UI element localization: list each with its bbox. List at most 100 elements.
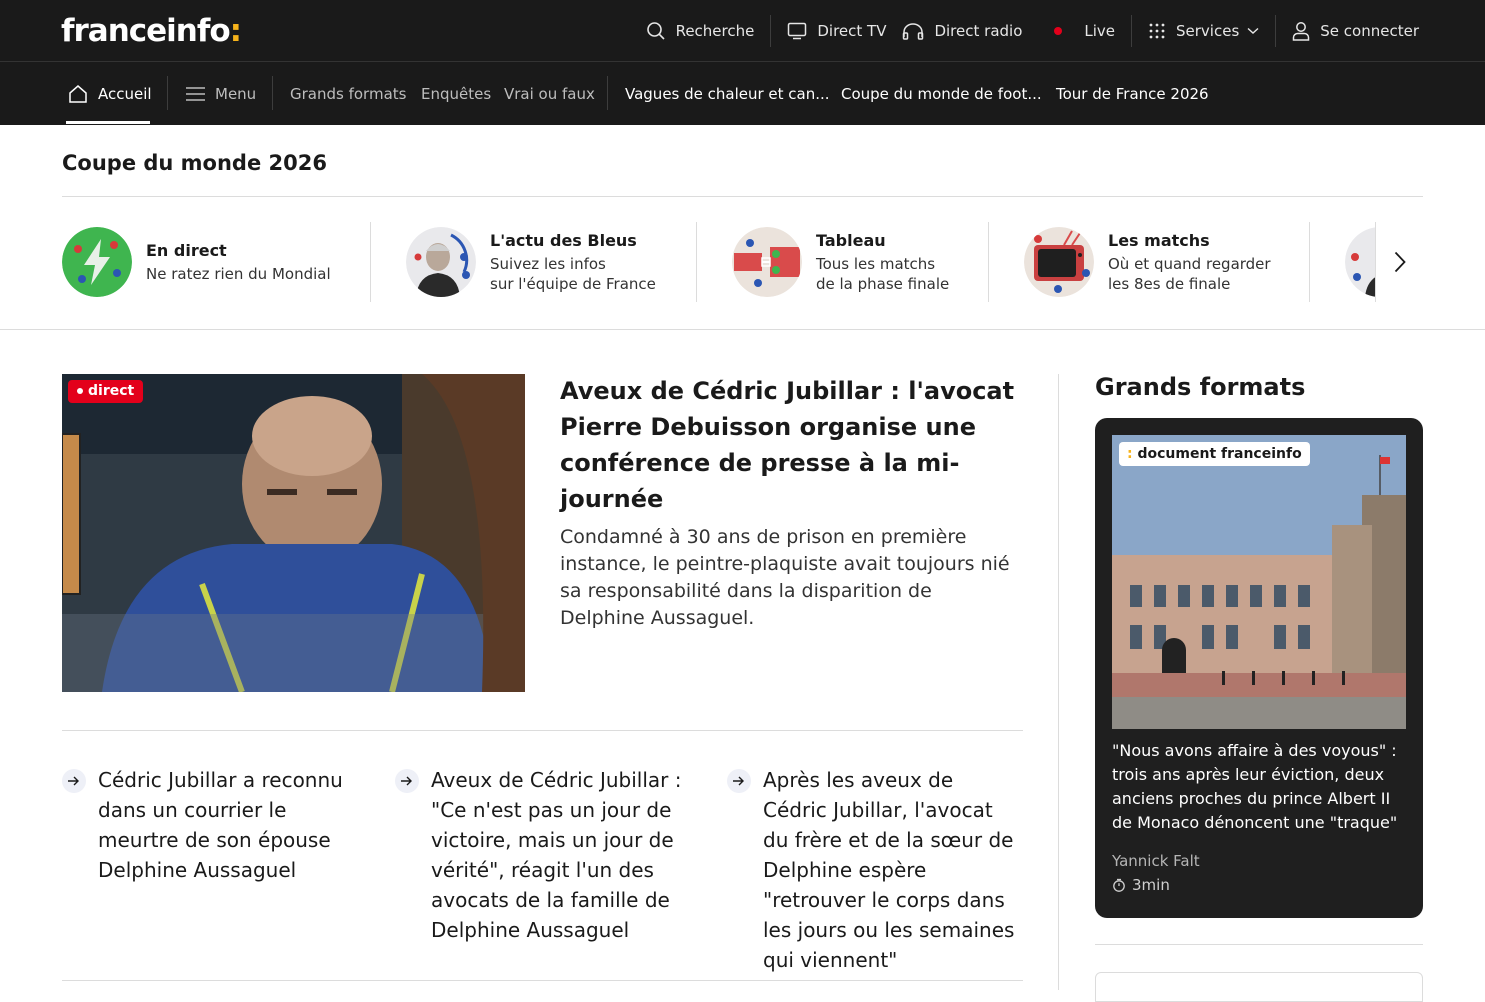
next-card-edge[interactable] [1095,972,1423,1002]
direct-badge-label: direct [88,383,135,399]
divider [696,222,697,302]
section-title: Coupe du monde 2026 [62,151,327,175]
top-nav: Recherche Direct TV Direct radio Live Se… [630,0,1419,62]
direct-radio-link[interactable]: Direct radio [902,15,1038,47]
cdm-card-text: L'actu des Bleus Suivez les infos sur l'… [490,231,656,294]
cdm-card-title: En direct [146,240,227,260]
services-dropdown[interactable]: Services [1132,15,1275,47]
direct-tv-label: Direct TV [817,22,887,40]
divider [370,222,371,302]
nav-topic-label: Tour de France 2026 [1056,84,1209,103]
cdm-card-sub: sur l'équipe de France [490,274,656,293]
live-label: Live [1084,22,1116,40]
divider [272,76,273,110]
nav-menu-label: Menu [215,84,257,103]
cdm-card-title: L'actu des Bleus [490,230,637,250]
nav-topic-chaleur[interactable]: Vagues de chaleur et can... [625,62,830,125]
nav-topic-label: Vagues de chaleur et can... [625,84,830,103]
related-article-2[interactable]: Aveux de Cédric Jubillar : "Ce n'est pas… [395,765,691,945]
cdm-card-sub: Où et quand regarder [1108,254,1271,273]
grands-formats-headline: "Nous avons affaire à des voyous" : troi… [1112,741,1398,832]
related-article-title: Cédric Jubillar a reconnu dans un courri… [98,768,343,882]
cdm-card-sub: les 8es de finale [1108,274,1231,293]
nav-home-label: Accueil [98,84,152,103]
direct-tv-link[interactable]: Direct TV [771,15,902,47]
divider [62,196,1423,197]
hero-summary: Condamné à 30 ans de prison en première … [560,526,1010,629]
top-bar: franceinfo: Recherche Direct TV Direct r… [0,0,1485,62]
column-divider [1058,374,1059,990]
search-button[interactable]: Recherche [630,15,771,47]
cdm-card-tableau[interactable]: Tableau Tous les matchs de la phase fina… [732,222,949,302]
cdm-card-text: Les matchs Où et quand regarder les 8es … [1108,231,1271,294]
carousel-next-button[interactable] [1376,222,1423,302]
hero-headline[interactable]: Aveux de Cédric Jubillar : l'avocat Pier… [560,373,1020,517]
timer-icon [1113,878,1125,892]
search-icon [646,22,665,40]
nav-vrai-ou-faux[interactable]: Vrai ou faux [504,62,595,125]
divider [988,222,989,302]
arrow-right-icon [395,769,419,793]
nav-topic-label: Coupe du monde de foot... [841,84,1042,103]
headphones-icon [903,23,924,40]
login-label: Se connecter [1320,22,1419,40]
chevron-right-icon [1394,251,1406,273]
cdm-card-partial[interactable] [1345,222,1376,302]
coach-portrait-image [406,227,476,297]
nav-menu[interactable]: Menu [186,62,256,125]
lightning-icon [62,227,132,297]
cdm-card-text: Tableau Tous les matchs de la phase fina… [816,231,949,294]
document-franceinfo-badge: : document franceinfo [1119,442,1310,466]
login-button[interactable]: Se connecter [1276,15,1419,47]
nav-link-label: Grands formats [290,84,407,103]
nav-link-label: Vrai ou faux [504,84,595,103]
cdm-card-text: En direct Ne ratez rien du Mondial [146,241,331,284]
related-article-1[interactable]: Cédric Jubillar a reconnu dans un courri… [62,765,358,885]
related-article-3[interactable]: Après les aveux de Cédric Jubillar, l'av… [727,765,1023,975]
direct-badge: direct [68,380,144,403]
live-dot-icon [1054,27,1063,35]
cdm-card-les-matchs[interactable]: Les matchs Où et quand regarder les 8es … [1024,222,1271,302]
divider [1095,944,1423,945]
bracket-icon [732,227,802,297]
grands-formats-title: Grands formats [1095,373,1306,401]
related-article-title: Après les aveux de Cédric Jubillar, l'av… [763,768,1015,972]
hamburger-icon [186,86,205,101]
monaco-palace-image [1112,435,1406,729]
cdm-card-title: Tableau [816,230,886,250]
search-label: Recherche [675,22,755,40]
divider [1309,222,1310,302]
divider [62,980,1023,981]
cdm-card-sub: de la phase finale [816,274,950,293]
reading-time-label: 3min [1132,876,1170,894]
active-tab-indicator [66,121,150,124]
grid-icon [1149,23,1165,39]
home-icon [69,84,87,103]
partial-card-image [1345,227,1376,297]
services-label: Services [1176,22,1240,40]
article-author: Yannick Falt [1112,852,1200,870]
divider [607,76,608,110]
divider [62,730,1023,731]
tv-set-icon [1024,227,1094,297]
franceinfo-logo[interactable]: franceinfo: [61,13,242,49]
divider [0,329,1485,330]
hero-article-image[interactable] [62,374,525,692]
cdm-card-sub: Ne ratez rien du Mondial [146,264,331,283]
nav-enquetes[interactable]: Enquêtes [421,62,491,125]
live-link[interactable]: Live [1038,15,1131,47]
cdm-card-title: Les matchs [1108,230,1210,250]
nav-link-label: Enquêtes [421,84,492,103]
nav-topic-coupe-du-monde[interactable]: Coupe du monde de foot... [841,62,1042,125]
tv-icon [788,22,807,40]
cdm-card-en-direct[interactable]: En direct Ne ratez rien du Mondial [62,222,331,302]
chevron-down-icon [1247,27,1259,34]
related-article-title: Aveux de Cédric Jubillar : "Ce n'est pas… [431,768,682,942]
arrow-right-icon [62,769,86,793]
nav-home[interactable]: Accueil [68,62,152,125]
nav-grands-formats[interactable]: Grands formats [290,62,406,125]
cdm-card-actu-bleus[interactable]: L'actu des Bleus Suivez les infos sur l'… [406,222,656,302]
user-icon [1293,22,1310,41]
nav-topic-tour-de-france[interactable]: Tour de France 2026 [1056,62,1209,125]
grands-formats-card[interactable]: : document franceinfo "Nous avons affair… [1095,418,1423,918]
